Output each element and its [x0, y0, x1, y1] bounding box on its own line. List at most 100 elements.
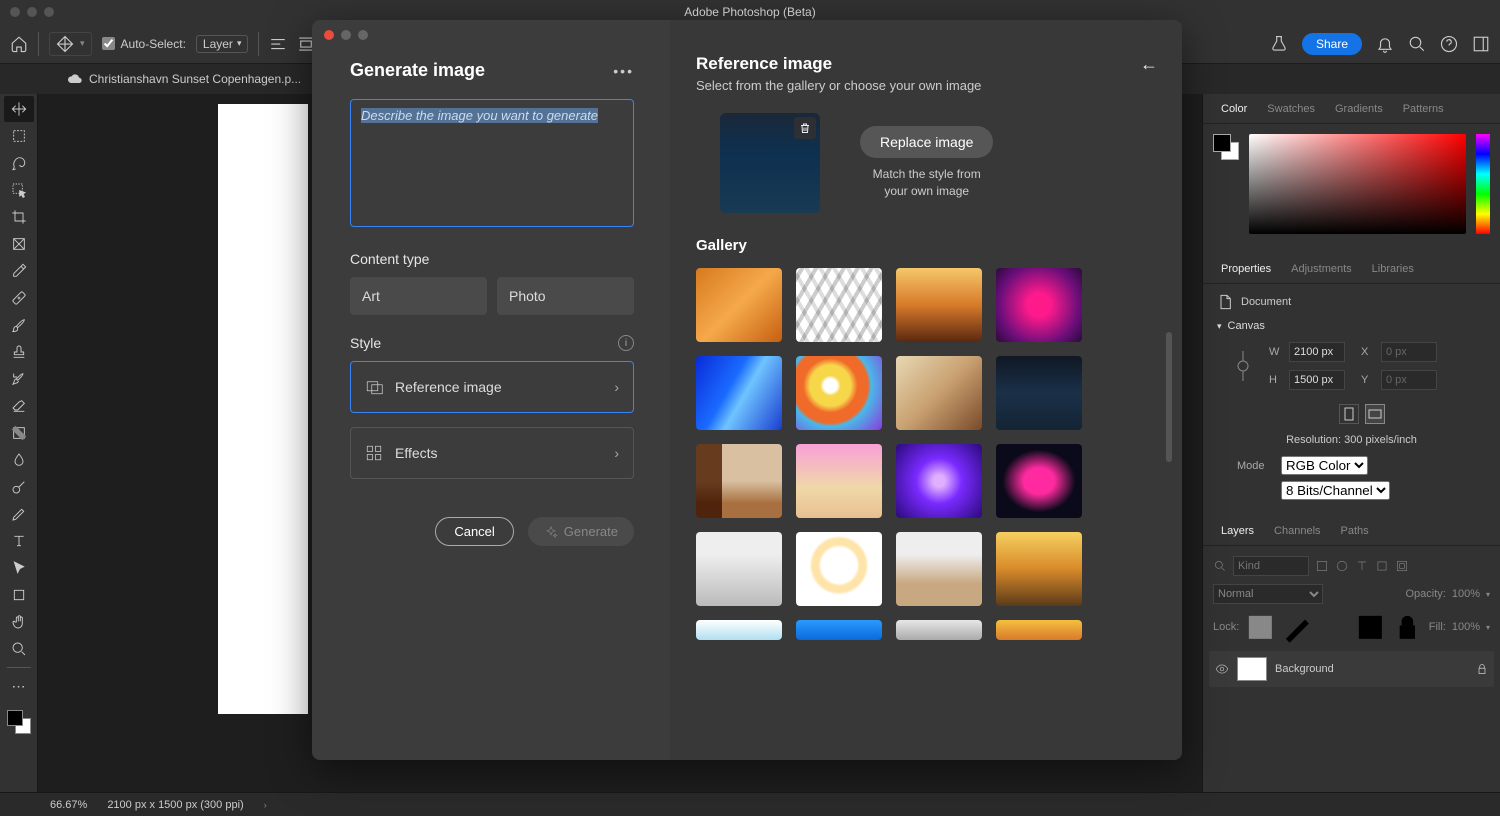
canvas-height-input[interactable] — [1289, 370, 1345, 390]
gallery-item[interactable] — [796, 620, 882, 640]
help-icon[interactable] — [1440, 35, 1458, 53]
orientation-landscape[interactable] — [1365, 404, 1385, 424]
beaker-icon[interactable] — [1270, 35, 1288, 53]
lock-artboard-icon[interactable] — [1355, 612, 1386, 643]
style-effects-option[interactable]: Effects › — [350, 427, 634, 479]
move-tool-indicator[interactable]: ▾ — [49, 32, 92, 56]
filter-adjust-icon[interactable] — [1335, 559, 1349, 573]
tab-paths[interactable]: Paths — [1331, 525, 1379, 537]
color-field[interactable] — [1249, 134, 1466, 234]
gallery-item[interactable] — [896, 356, 982, 430]
filter-smart-icon[interactable] — [1395, 559, 1409, 573]
blur-tool[interactable] — [4, 447, 34, 473]
gallery-item[interactable] — [996, 444, 1082, 518]
gallery-item[interactable] — [696, 444, 782, 518]
type-tool[interactable] — [4, 528, 34, 554]
share-button[interactable]: Share — [1302, 33, 1362, 55]
document-canvas[interactable] — [218, 104, 308, 714]
info-icon[interactable]: i — [618, 335, 634, 351]
delete-reference-icon[interactable] — [794, 117, 816, 139]
layer-filter-input[interactable] — [1233, 556, 1309, 576]
gallery-item[interactable] — [796, 532, 882, 606]
zoom-level[interactable]: 66.67% — [50, 799, 87, 811]
auto-select-target-dropdown[interactable]: Layer▾ — [196, 35, 249, 53]
canvas-width-input[interactable] — [1289, 342, 1345, 362]
path-select-tool[interactable] — [4, 555, 34, 581]
tab-adjustments[interactable]: Adjustments — [1281, 263, 1362, 275]
gallery-item[interactable] — [896, 620, 982, 640]
tab-gradients[interactable]: Gradients — [1325, 103, 1393, 115]
blend-mode-select[interactable]: Normal — [1213, 584, 1323, 604]
lock-position-icon[interactable] — [1319, 612, 1350, 643]
object-select-tool[interactable] — [4, 177, 34, 203]
gallery-item[interactable] — [796, 268, 882, 342]
orientation-portrait[interactable] — [1339, 404, 1359, 424]
edit-toolbar[interactable]: ⋯ — [4, 673, 34, 699]
reference-thumbnail[interactable] — [720, 113, 820, 213]
hand-tool[interactable] — [4, 609, 34, 635]
prompt-textarea[interactable]: Describe the image you want to generate — [350, 99, 634, 227]
filter-pixel-icon[interactable] — [1315, 559, 1329, 573]
gallery-item[interactable] — [796, 356, 882, 430]
heal-tool[interactable] — [4, 285, 34, 311]
cancel-button[interactable]: Cancel — [435, 517, 513, 546]
tab-properties[interactable]: Properties — [1211, 263, 1281, 275]
eraser-tool[interactable] — [4, 393, 34, 419]
gallery-item[interactable] — [896, 444, 982, 518]
search-icon[interactable] — [1213, 559, 1227, 573]
gallery-item[interactable] — [996, 268, 1082, 342]
pen-tool[interactable] — [4, 501, 34, 527]
filter-shape-icon[interactable] — [1375, 559, 1389, 573]
marquee-tool[interactable] — [4, 123, 34, 149]
brush-tool[interactable] — [4, 312, 34, 338]
move-tool[interactable] — [4, 96, 34, 122]
lasso-tool[interactable] — [4, 150, 34, 176]
dodge-tool[interactable] — [4, 474, 34, 500]
gallery-scrollbar[interactable] — [1166, 332, 1172, 462]
style-reference-option[interactable]: Reference image › — [350, 361, 634, 413]
visibility-icon[interactable] — [1215, 662, 1229, 676]
more-options-icon[interactable]: ••• — [613, 63, 634, 79]
color-mode-select[interactable]: RGB Color — [1281, 456, 1368, 475]
align-icon[interactable] — [269, 35, 287, 53]
bit-depth-select[interactable]: 8 Bits/Channel — [1281, 481, 1390, 500]
frame-tool[interactable] — [4, 231, 34, 257]
auto-select-checkbox[interactable]: Auto-Select: — [102, 37, 186, 51]
replace-image-button[interactable]: Replace image — [860, 126, 993, 158]
gallery-item[interactable] — [996, 356, 1082, 430]
lock-transparency-icon[interactable] — [1245, 612, 1276, 643]
link-wh-icon[interactable] — [1237, 349, 1249, 383]
gallery-item[interactable] — [996, 620, 1082, 640]
dialog-traffic-lights[interactable] — [324, 30, 368, 40]
tab-swatches[interactable]: Swatches — [1257, 103, 1325, 115]
color-fg-bg-swatch[interactable] — [1213, 134, 1239, 160]
tab-patterns[interactable]: Patterns — [1393, 103, 1454, 115]
stamp-tool[interactable] — [4, 339, 34, 365]
gallery-item[interactable] — [896, 268, 982, 342]
filter-type-icon[interactable] — [1355, 559, 1369, 573]
gallery-item[interactable] — [896, 532, 982, 606]
content-type-photo[interactable]: Photo — [497, 277, 634, 315]
back-arrow-icon[interactable]: ← — [1140, 54, 1158, 75]
crop-tool[interactable] — [4, 204, 34, 230]
history-brush-tool[interactable] — [4, 366, 34, 392]
tab-libraries[interactable]: Libraries — [1362, 263, 1424, 275]
search-icon[interactable] — [1408, 35, 1426, 53]
chevron-right-icon[interactable]: › — [264, 800, 267, 810]
content-type-art[interactable]: Art — [350, 277, 487, 315]
document-tab[interactable]: Christianshavn Sunset Copenhagen.p... — [55, 64, 313, 94]
traffic-lights-main[interactable] — [10, 7, 54, 17]
zoom-tool[interactable] — [4, 636, 34, 662]
hue-slider[interactable] — [1476, 134, 1490, 234]
lock-paint-icon[interactable] — [1282, 612, 1313, 643]
eyedropper-tool[interactable] — [4, 258, 34, 284]
canvas-section-header[interactable]: ▾ Canvas — [1217, 320, 1486, 332]
tab-layers[interactable]: Layers — [1211, 525, 1264, 537]
foreground-background-color[interactable] — [7, 710, 31, 734]
gallery-item[interactable] — [696, 356, 782, 430]
gradient-tool[interactable] — [4, 420, 34, 446]
bell-icon[interactable] — [1376, 35, 1394, 53]
generate-button[interactable]: Generate — [528, 517, 634, 546]
tab-channels[interactable]: Channels — [1264, 525, 1330, 537]
tab-color[interactable]: Color — [1211, 103, 1257, 115]
